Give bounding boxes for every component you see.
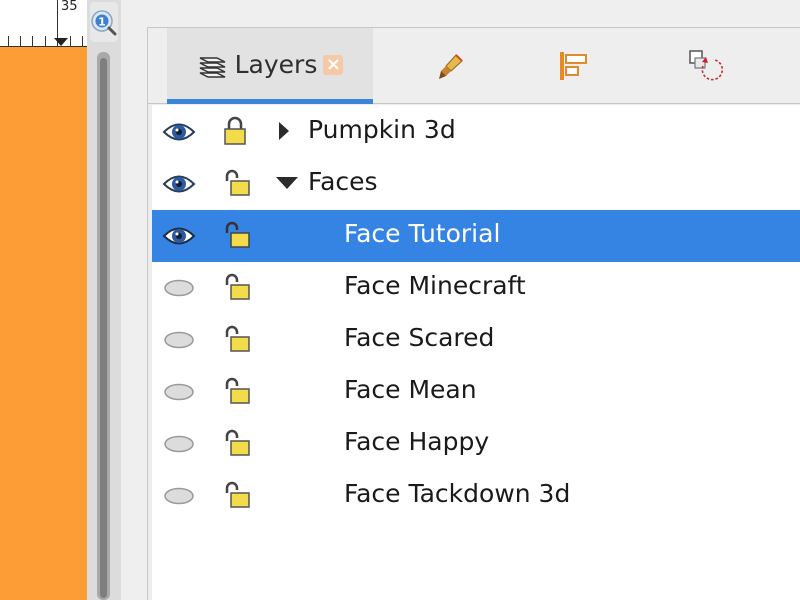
zoom-correction-button[interactable]: 1	[90, 2, 118, 42]
lock-open-icon[interactable]	[222, 271, 252, 303]
tab-align-distribute[interactable]	[533, 28, 613, 104]
eye-hidden-icon[interactable]	[162, 273, 196, 303]
layer-row[interactable]: Face Tackdown 3d	[152, 470, 800, 522]
layers-icon	[199, 56, 225, 78]
dock-panel: Layers × Pumpkin 3d Faces Face Tutorial …	[147, 27, 800, 600]
layer-name: Pumpkin 3d	[308, 115, 456, 144]
lock-open-icon[interactable]	[222, 375, 252, 407]
eye-hidden-icon[interactable]	[162, 429, 196, 459]
zoom-correction-icon: 1	[91, 10, 117, 36]
eye-hidden-icon[interactable]	[162, 481, 196, 511]
tab-layers[interactable]: Layers ×	[167, 28, 373, 104]
ruler-tick	[70, 36, 71, 46]
lock-open-icon[interactable]	[222, 427, 252, 459]
layers-list: Pumpkin 3d Faces Face Tutorial Face Mine…	[152, 105, 800, 600]
ruler-tick	[8, 36, 9, 46]
eye-visible-icon[interactable]	[162, 117, 196, 147]
horizontal-ruler[interactable]: 35	[0, 0, 87, 47]
lock-open-icon[interactable]	[222, 167, 252, 199]
tab-fill-stroke[interactable]	[411, 28, 491, 104]
layer-name: Face Happy	[344, 427, 490, 456]
layer-row-selected[interactable]: Face Tutorial	[152, 210, 800, 262]
tab-layers-label: Layers	[234, 50, 318, 79]
layer-row[interactable]: Faces	[152, 158, 800, 210]
transform-rotate-icon	[689, 50, 724, 81]
eye-visible-icon[interactable]	[162, 169, 196, 199]
layer-row[interactable]: Face Scared	[152, 314, 800, 366]
layer-row[interactable]: Face Happy	[152, 418, 800, 470]
expand-arrow-down-icon[interactable]	[274, 170, 300, 196]
vertical-scrollbar-thumb[interactable]	[100, 58, 107, 598]
layer-name: Face Scared	[344, 323, 495, 352]
layer-name: Face Mean	[344, 375, 477, 404]
layer-name: Face Tackdown 3d	[344, 479, 571, 508]
layer-row[interactable]: Pumpkin 3d	[152, 106, 800, 158]
lock-open-icon[interactable]	[222, 323, 252, 355]
eye-visible-icon[interactable]	[162, 221, 196, 251]
vertical-scrollbar-area: 1	[87, 0, 121, 600]
layer-name: Face Tutorial	[344, 219, 501, 248]
drawing-canvas[interactable]	[0, 47, 87, 600]
app-window: 35 1 Layers × Pumpkin 3d Faces Face Tuto…	[0, 0, 800, 600]
ruler-position-marker	[54, 38, 68, 46]
tab-transform[interactable]	[665, 28, 745, 104]
ruler-tick	[82, 36, 83, 46]
eye-hidden-icon[interactable]	[162, 377, 196, 407]
fill-stroke-brush-icon	[439, 54, 463, 79]
layer-row[interactable]: Face Mean	[152, 366, 800, 418]
ruler-tick	[20, 36, 21, 46]
dock-tab-bar: Layers ×	[148, 28, 800, 104]
align-distribute-icon	[560, 52, 587, 80]
expand-arrow-right-icon[interactable]	[274, 118, 292, 144]
lock-closed-icon[interactable]	[222, 115, 248, 147]
ruler-number: 35	[61, 0, 78, 14]
close-icon[interactable]: ×	[323, 54, 344, 75]
eye-hidden-icon[interactable]	[162, 325, 196, 355]
vertical-scrollbar[interactable]	[97, 52, 110, 600]
svg-text:1: 1	[98, 16, 106, 29]
layer-row[interactable]: Face Minecraft	[152, 262, 800, 314]
ruler-tick	[45, 36, 46, 46]
layer-name: Face Minecraft	[344, 271, 526, 300]
layer-name: Faces	[308, 167, 378, 196]
ruler-tick	[32, 36, 33, 46]
lock-open-icon[interactable]	[222, 219, 252, 251]
lock-open-icon[interactable]	[222, 479, 252, 511]
